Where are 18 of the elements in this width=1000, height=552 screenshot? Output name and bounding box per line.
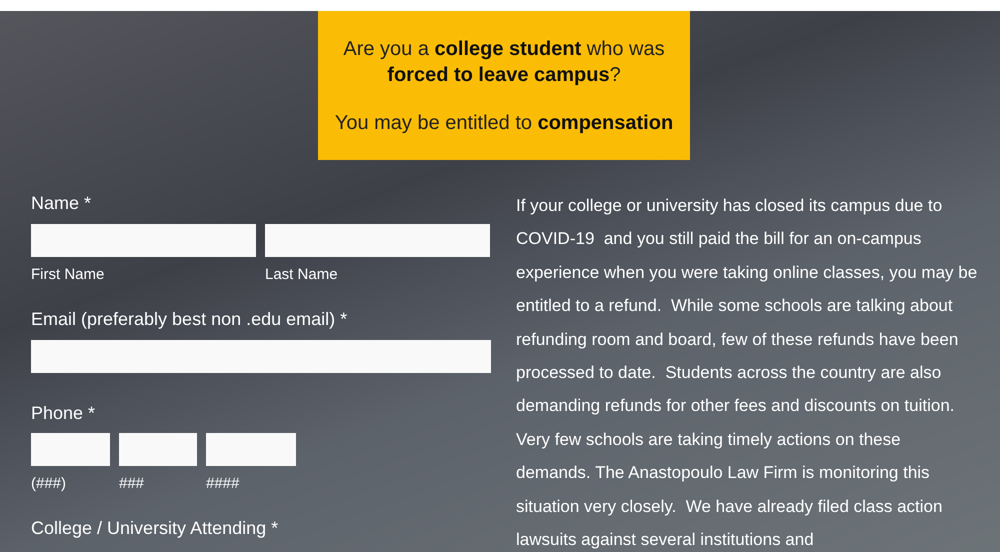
- college-label: College / University Attending *: [31, 517, 280, 540]
- first-name-label: First Name: [31, 265, 106, 285]
- phone-format-label: (###): [31, 474, 68, 494]
- name-label: Name *: [31, 192, 92, 215]
- first-name-input[interactable]: [31, 224, 256, 257]
- last-name-input[interactable]: [265, 224, 490, 257]
- intro-paragraph: If your college or university has closed its campus due to COVID-19 and you still paid the bill for an on-campus experience when you were taking online classes, you may be entitled to a refund. While some schools are talking about refunding room and board, few of these refunds have been processed to date. Students across the country are also demanding refunds for other fees and discounts on tuition. Very few schools are taking timely actions on these demands. The Anastopoulo Law Firm is monitoring this situation very closely. We have already filed class action lawsuits against several institutions and: [516, 195, 978, 552]
- phone-input[interactable]: [119, 433, 197, 466]
- phone-format-label: ####: [206, 474, 240, 494]
- banner-offer: You may be entitled to compensation: [334, 110, 674, 136]
- phone-input[interactable]: [206, 433, 296, 466]
- last-name-label: Last Name: [265, 265, 339, 285]
- email-input[interactable]: [31, 340, 491, 373]
- phone-format-label: ###: [119, 474, 146, 494]
- phone-input[interactable]: [31, 433, 110, 466]
- phone-label: Phone *: [31, 402, 96, 425]
- email-label: Email (preferably best non .edu email) *: [31, 308, 348, 331]
- banner-question: Are you a college student who was forced to leave campus?: [342, 36, 666, 88]
